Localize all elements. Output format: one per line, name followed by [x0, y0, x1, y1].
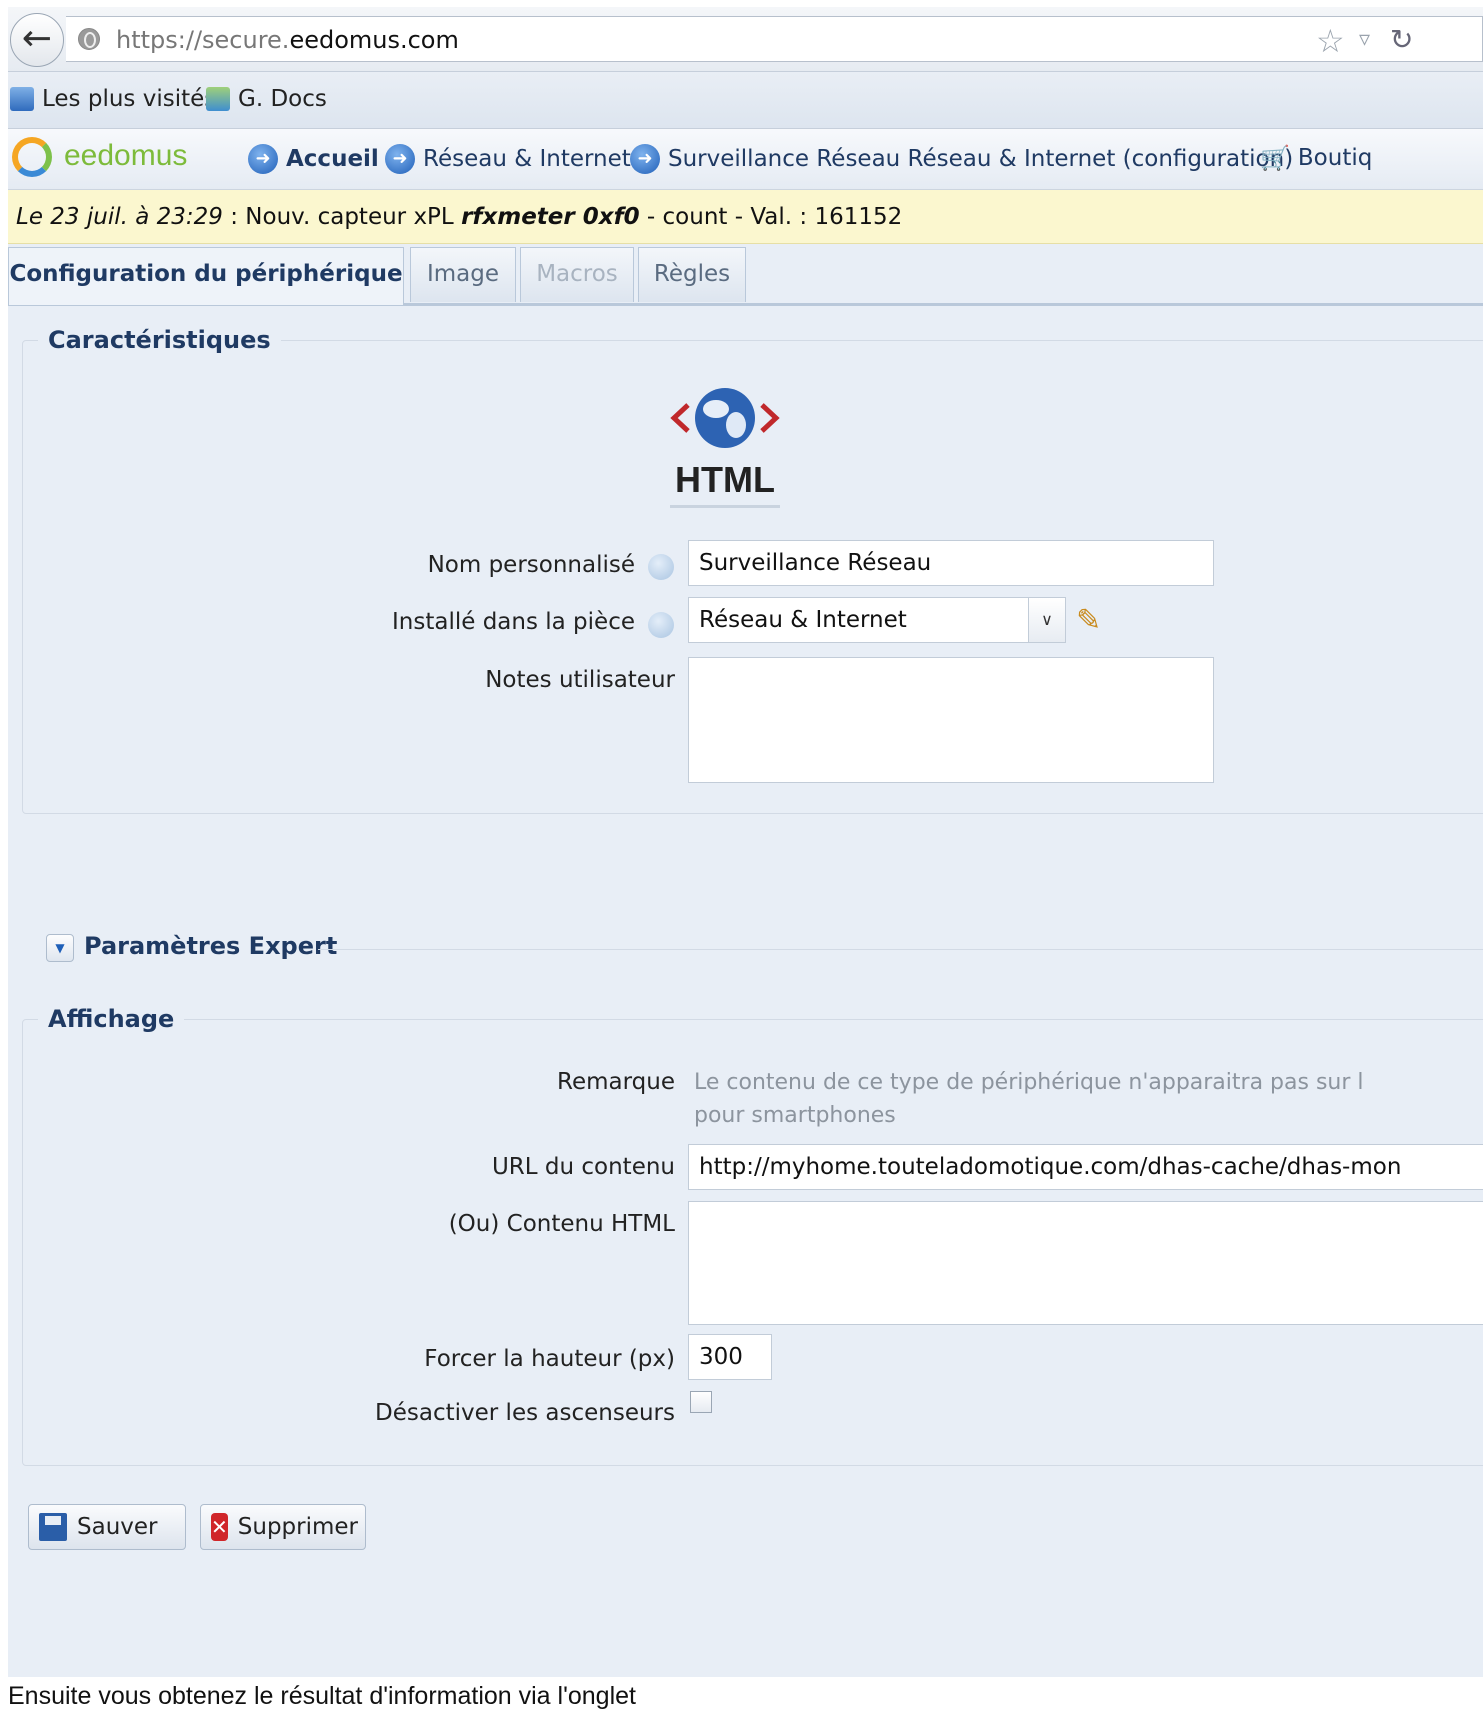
nav-device[interactable]: ➜ Surveillance Réseau Réseau & Internet …: [630, 144, 1293, 174]
height-label: Forcer la hauteur (px): [424, 1346, 675, 1372]
edit-pencil-icon[interactable]: ✎: [1076, 603, 1101, 638]
help-icon[interactable]: [648, 554, 674, 580]
remark-line-1: Le contenu de ce type de périphérique n'…: [694, 1070, 1364, 1095]
room-select[interactable]: Réseau & Internet ∨: [688, 597, 1066, 643]
app-logo: eedomus: [64, 139, 188, 172]
arrow-right-icon: ➜: [248, 144, 278, 174]
html-content-textarea[interactable]: [688, 1201, 1483, 1325]
nav-shop[interactable]: 🛒 Boutiq: [1260, 144, 1372, 172]
url-label: URL du contenu: [491, 1154, 675, 1180]
tab-configuration[interactable]: Configuration du périphérique: [8, 247, 404, 305]
globe-icon: [78, 28, 100, 50]
remark-line-2: pour smartphones: [694, 1103, 896, 1128]
help-icon[interactable]: [648, 612, 674, 638]
expand-toggle-icon[interactable]: ▼: [46, 934, 74, 962]
height-field[interactable]: 300: [688, 1334, 772, 1380]
room-label: Installé dans la pièce: [392, 609, 635, 635]
chevron-down-icon[interactable]: ∨: [1028, 598, 1065, 642]
divider: [318, 949, 1483, 950]
document-icon: [206, 87, 230, 111]
notification-bar: Le 23 juil. à 23:29 : Nouv. capteur xPL …: [8, 190, 1483, 244]
save-button[interactable]: Sauver: [28, 1504, 186, 1550]
display-legend: Affichage: [38, 1005, 185, 1033]
bookmarks-bar: Les plus visités G. Docs: [8, 72, 1483, 129]
caption-text: Ensuite vous obtenez le résultat d'infor…: [8, 1682, 636, 1710]
html-content-label: (Ou) Contenu HTML: [448, 1211, 675, 1237]
notes-textarea[interactable]: [688, 657, 1214, 783]
remark-label: Remarque: [557, 1069, 675, 1095]
cart-icon: 🛒: [1260, 144, 1290, 172]
back-button[interactable]: ←: [10, 13, 64, 67]
bookmark-most-visited[interactable]: Les plus visités: [10, 86, 216, 112]
tab-image[interactable]: Image: [410, 247, 516, 302]
html-globe-icon: [670, 388, 780, 448]
arrow-right-icon: ➜: [630, 144, 660, 174]
url-text: https://secure.eedomus.com: [116, 26, 459, 54]
close-icon: ✕: [211, 1513, 228, 1541]
tab-macros: Macros: [520, 247, 634, 302]
nav-room[interactable]: ➜ Réseau & Internet: [385, 144, 631, 174]
browser-toolbar: ← https://secure.eedomus.com ☆ ▿ ↻: [8, 7, 1483, 72]
tab-bar: Configuration du périphérique Image Macr…: [8, 247, 1483, 306]
tab-rules[interactable]: Règles: [638, 247, 746, 302]
name-field[interactable]: Surveillance Réseau: [688, 540, 1214, 586]
reload-icon[interactable]: ↻: [1390, 23, 1413, 56]
dropdown-icon[interactable]: ▿: [1359, 27, 1370, 52]
browser-window: ← https://secure.eedomus.com ☆ ▿ ↻ Les p…: [8, 7, 1483, 1677]
device-type-logo: HTML: [670, 385, 780, 515]
bookmark-icon: [10, 87, 34, 111]
expert-label[interactable]: Paramètres Expert: [84, 932, 337, 960]
notes-label: Notes utilisateur: [485, 667, 675, 693]
characteristics-legend: Caractéristiques: [38, 326, 281, 354]
name-label: Nom personnalisé: [427, 552, 635, 578]
floppy-disk-icon: [39, 1513, 67, 1541]
arrow-right-icon: ➜: [385, 144, 415, 174]
app-navigation: eedomus ➜ Accueil ➜ Réseau & Internet ➜ …: [8, 129, 1483, 190]
eedomus-logo-icon: [12, 137, 52, 177]
url-field[interactable]: http://myhome.touteladomotique.com/dhas-…: [688, 1144, 1483, 1190]
delete-button[interactable]: ✕ Supprimer: [200, 1504, 366, 1550]
nav-home[interactable]: ➜ Accueil: [248, 144, 379, 174]
disable-scroll-checkbox[interactable]: [690, 1391, 712, 1413]
disable-scroll-label: Désactiver les ascenseurs: [375, 1400, 675, 1426]
bookmark-star-icon[interactable]: ☆: [1316, 22, 1345, 60]
bookmark-gdocs[interactable]: G. Docs: [206, 86, 327, 112]
device-type-label: HTML: [670, 459, 780, 508]
address-bar[interactable]: https://secure.eedomus.com ☆ ▿ ↻: [66, 16, 1483, 62]
